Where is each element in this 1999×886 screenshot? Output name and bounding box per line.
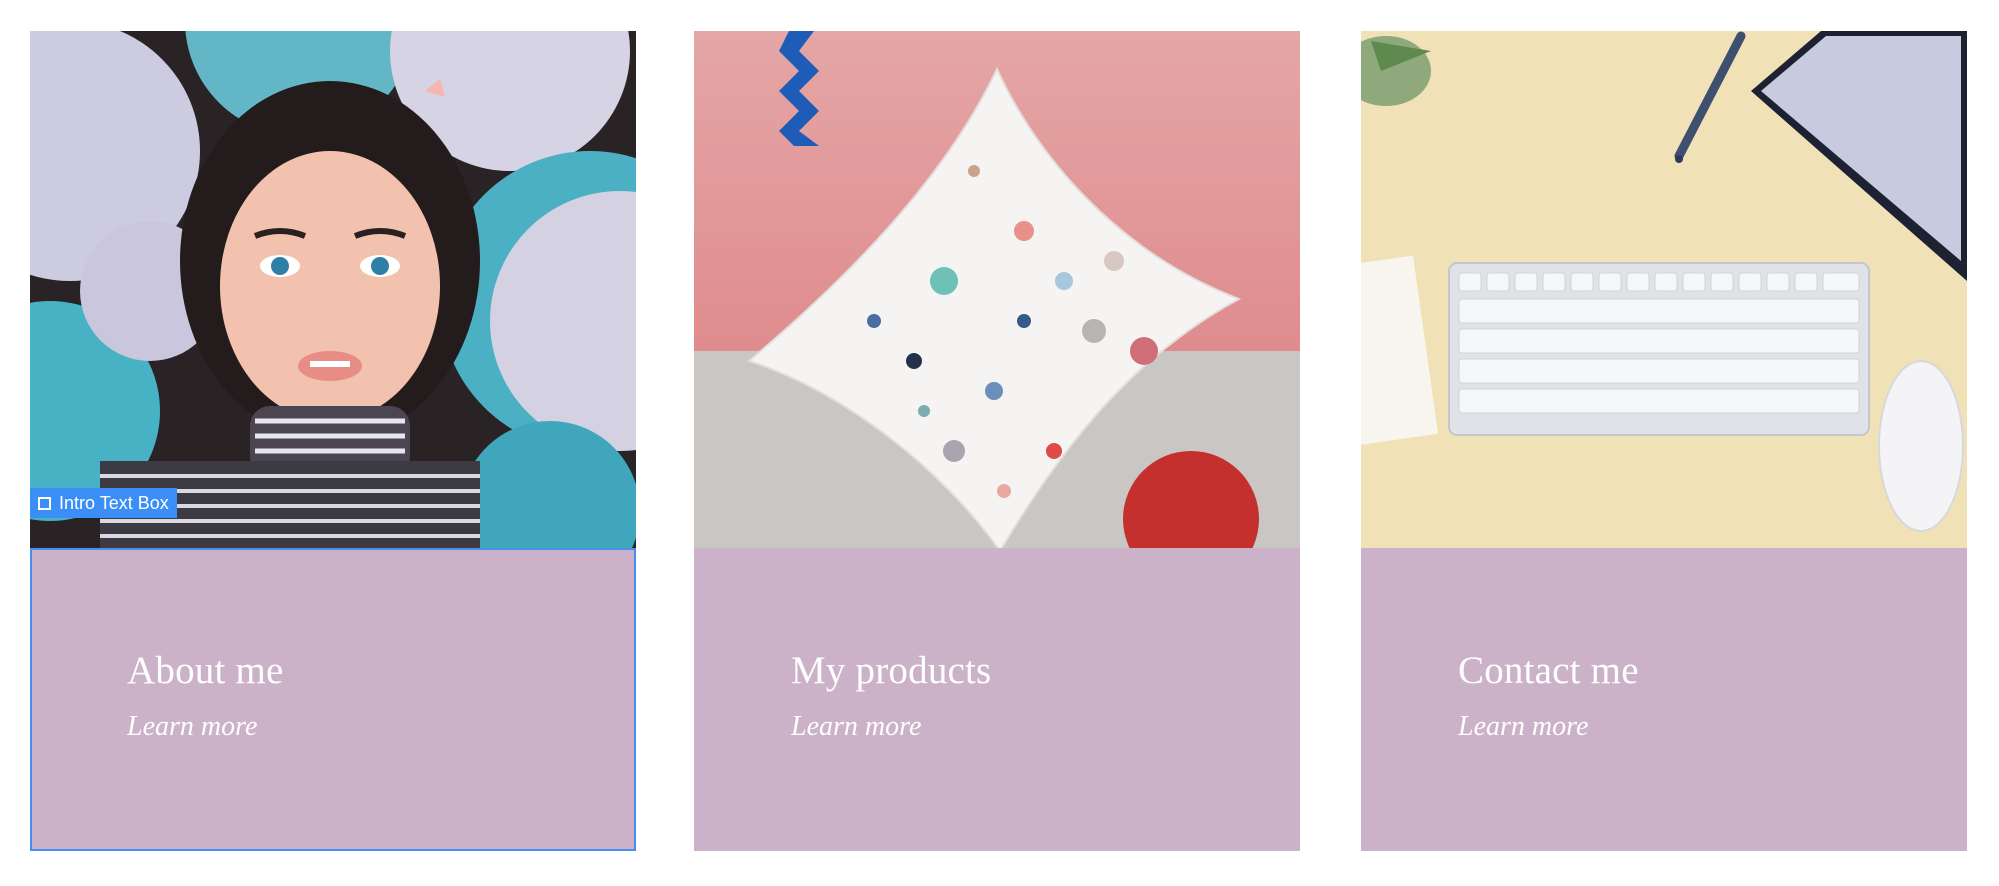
keyboard-desk-image bbox=[1361, 31, 1967, 548]
card-title: My products bbox=[791, 649, 992, 692]
card-title: About me bbox=[127, 649, 284, 692]
card-about: About me Learn more bbox=[30, 31, 636, 851]
selection-label[interactable]: Intro Text Box bbox=[30, 488, 177, 518]
intro-text-box[interactable]: About me Learn more bbox=[30, 548, 636, 851]
selection-label-text: Intro Text Box bbox=[59, 493, 169, 513]
card-title: Contact me bbox=[1458, 649, 1639, 692]
square-outline-icon bbox=[38, 496, 51, 510]
learn-more-link[interactable]: Learn more bbox=[791, 711, 921, 743]
card-products: My products Learn more bbox=[694, 31, 1300, 851]
products-text-box[interactable]: My products Learn more bbox=[694, 548, 1300, 851]
terrazzo-pillow-image bbox=[694, 31, 1300, 548]
learn-more-link[interactable]: Learn more bbox=[1458, 711, 1588, 743]
learn-more-link[interactable]: Learn more bbox=[127, 711, 257, 743]
woman-with-balloons-image bbox=[30, 31, 636, 548]
card-contact: Contact me Learn more bbox=[1361, 31, 1967, 851]
contact-text-box[interactable]: Contact me Learn more bbox=[1361, 548, 1967, 851]
